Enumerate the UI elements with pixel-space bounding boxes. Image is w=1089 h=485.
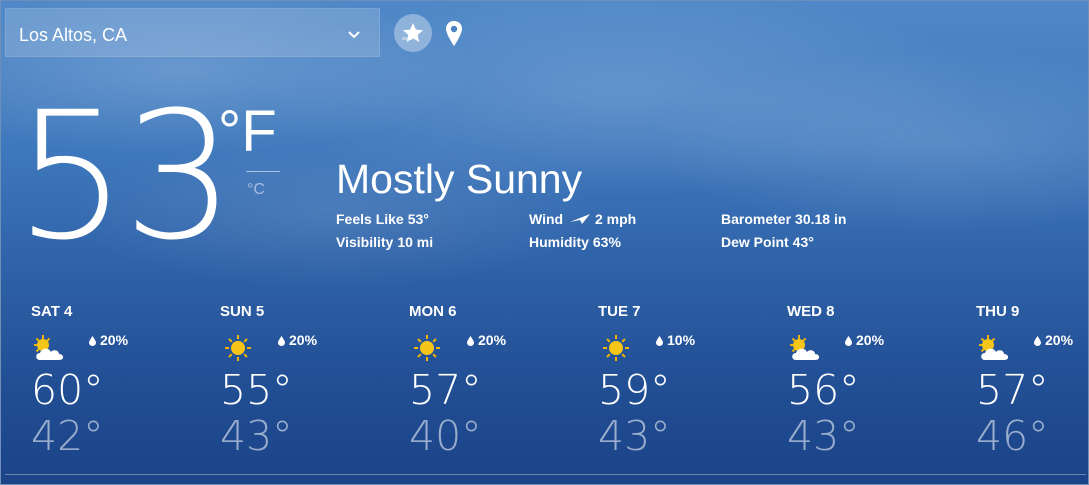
dew-point-value: 43° xyxy=(792,234,814,250)
forecast-high: 56° xyxy=(787,366,860,414)
forecast-day[interactable]: TUE 7 10% 59° 43° xyxy=(598,301,758,471)
feels-like-label: Feels Like xyxy=(336,211,404,227)
chevron-down-icon[interactable] xyxy=(347,27,361,41)
precipitation-value: 10% xyxy=(667,332,696,348)
precipitation-chance: 20% xyxy=(89,332,128,348)
unit-fahrenheit[interactable]: °F xyxy=(218,102,277,162)
forecast-day-name: MON 6 xyxy=(409,303,457,320)
current-temperature: 53 xyxy=(15,74,235,279)
barometer-label: Barometer xyxy=(721,211,792,227)
feels-like: Feels Like 53° xyxy=(336,210,429,228)
raindrop-icon xyxy=(89,336,96,346)
raindrop-icon xyxy=(1034,336,1041,346)
forecast-high: 55° xyxy=(220,366,293,414)
forecast-day-name: SUN 5 xyxy=(220,303,265,320)
forecast-low: 42° xyxy=(31,412,104,460)
forecast-day-name: WED 8 xyxy=(787,303,835,320)
forecast-high: 59° xyxy=(598,366,671,414)
forecast-day[interactable]: SAT 4 20% 60° 42° xyxy=(31,301,191,471)
forecast-low: 43° xyxy=(598,412,671,460)
forecast-day[interactable]: MON 6 20% 57° 40° xyxy=(409,301,569,471)
unit-divider xyxy=(246,171,280,172)
forecast-day[interactable]: THU 9 20% 57° 46° xyxy=(976,301,1086,471)
precipitation-value: 20% xyxy=(856,332,885,348)
forecast-high: 57° xyxy=(976,366,1049,414)
forecast-day-name: THU 9 xyxy=(976,303,1020,320)
wind: Wind 2 mph xyxy=(529,210,636,228)
sunny-icon xyxy=(598,333,634,363)
wind-value: 2 mph xyxy=(594,211,637,227)
precipitation-chance: 20% xyxy=(278,332,317,348)
forecast-day[interactable]: WED 8 20% 56° 43° xyxy=(787,301,947,471)
favorite-star-icon xyxy=(402,23,423,42)
location-name: Los Altos, CA xyxy=(19,25,128,45)
precipitation-value: 20% xyxy=(289,332,318,348)
dew-point-label: Dew Point xyxy=(721,234,789,250)
weather-app: Los Altos, CA 53 °F °C Mostly Sunny Feel… xyxy=(0,0,1089,485)
location-pin-icon xyxy=(446,21,462,46)
condition-text: Mostly Sunny xyxy=(336,156,583,202)
visibility-value: 10 mi xyxy=(397,234,434,250)
precipitation-value: 20% xyxy=(100,332,129,348)
partly-sunny-icon xyxy=(31,333,67,363)
barometer-value: 30.18 in xyxy=(795,211,847,227)
partly-sunny-icon xyxy=(787,333,823,363)
wind-label: Wind xyxy=(529,211,564,227)
forecast-high: 60° xyxy=(31,366,104,414)
precipitation-value: 20% xyxy=(1045,332,1074,348)
partly-sunny-icon xyxy=(976,333,1012,363)
unit-celsius[interactable]: °C xyxy=(247,181,265,199)
precipitation-value: 20% xyxy=(478,332,507,348)
location-selector[interactable]: Los Altos, CA xyxy=(5,8,380,57)
forecast-day[interactable]: SUN 5 20% 55° 43° xyxy=(220,301,380,471)
raindrop-icon xyxy=(656,336,663,346)
barometer: Barometer 30.18 in xyxy=(721,210,846,228)
dew-point: Dew Point 43° xyxy=(721,233,814,251)
precipitation-chance: 10% xyxy=(656,332,695,348)
raindrop-icon xyxy=(845,336,852,346)
wind-direction-icon xyxy=(569,214,590,225)
humidity-label: Humidity xyxy=(529,234,589,250)
precipitation-chance: 20% xyxy=(845,332,884,348)
humidity-value: 63% xyxy=(592,234,621,250)
forecast-low: 46° xyxy=(976,412,1049,460)
visibility-label: Visibility xyxy=(336,234,394,250)
precipitation-chance: 20% xyxy=(467,332,506,348)
forecast-low: 43° xyxy=(220,412,293,460)
forecast-day-name: SAT 4 xyxy=(31,303,73,320)
sunny-icon xyxy=(409,333,445,363)
humidity: Humidity 63% xyxy=(529,233,621,251)
divider xyxy=(5,474,1086,475)
favorite-button[interactable] xyxy=(394,14,432,52)
forecast-low: 43° xyxy=(787,412,860,460)
precipitation-chance: 20% xyxy=(1034,332,1073,348)
raindrop-icon xyxy=(467,336,474,346)
sunny-icon xyxy=(220,333,256,363)
feels-like-value: 53° xyxy=(407,211,429,227)
forecast-high: 57° xyxy=(409,366,482,414)
current-location-button[interactable] xyxy=(445,20,463,48)
raindrop-icon xyxy=(278,336,285,346)
visibility: Visibility 10 mi xyxy=(336,233,433,251)
forecast-low: 40° xyxy=(409,412,482,460)
forecast-day-name: TUE 7 xyxy=(598,303,641,320)
